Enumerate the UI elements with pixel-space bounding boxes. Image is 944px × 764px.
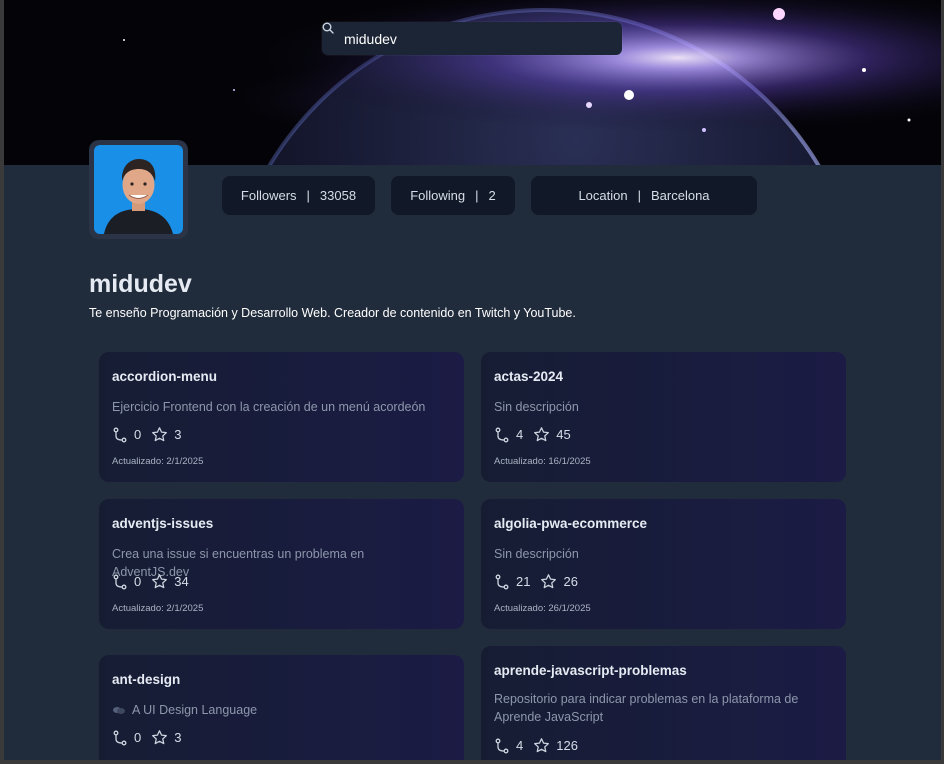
following-value: 2 [488, 188, 496, 203]
repo-card[interactable]: actas-2024 Sin descripción 4 45 Actualiz… [481, 352, 846, 482]
repo-updated: Actualizado: 16/1/2025 [494, 456, 591, 467]
search-icon [322, 22, 334, 34]
star-count: 26 [563, 574, 578, 589]
fork-icon [113, 427, 127, 442]
repo-updated: Actualizado: 2/1/2025 [112, 603, 204, 614]
fork-icon [495, 427, 509, 442]
avatar [89, 140, 188, 239]
repo-card[interactable]: ant-design A UI Design Language 0 3 [99, 655, 464, 760]
stat-separator: | [306, 188, 310, 203]
fork-icon [113, 730, 127, 745]
repo-card[interactable]: algolia-pwa-ecommerce Sin descripción 21… [481, 499, 846, 629]
fork-count: 21 [516, 574, 531, 589]
location-stat: Location | Barcelona [531, 176, 757, 215]
repo-counts: 4 126 [494, 737, 588, 754]
repo-updated: Actualizado: 2/1/2025 [112, 456, 204, 467]
following-label: Following [410, 188, 466, 203]
fork-count: 0 [134, 574, 142, 589]
following-stat: Following | 2 [391, 176, 515, 215]
fork-icon [113, 574, 127, 589]
repo-counts: 0 3 [112, 426, 191, 443]
repo-description: Repositorio para indicar problemas en la… [494, 692, 799, 724]
repo-name[interactable]: algolia-pwa-ecommerce [494, 516, 647, 531]
repo-name[interactable]: actas-2024 [494, 369, 563, 384]
location-label: Location [578, 188, 628, 203]
repo-updated: Actualizado: 26/1/2025 [494, 603, 591, 614]
star-icon [534, 427, 550, 442]
repo-name[interactable]: accordion-menu [112, 369, 217, 384]
repo-card[interactable]: accordion-menu Ejercicio Frontend con la… [99, 352, 464, 482]
location-value: Barcelona [651, 188, 710, 203]
repo-description: Sin descripción [494, 547, 579, 561]
fork-count: 0 [134, 730, 142, 745]
repo-counts: 21 26 [494, 573, 588, 590]
app-frame: Followers | 33058 Following | 2 Location… [4, 0, 941, 760]
repo-description: A UI Design Language [112, 701, 442, 719]
swirl-emoji-icon [113, 707, 125, 714]
repo-description: Sin descripción [494, 400, 579, 414]
star-count: 3 [174, 427, 182, 442]
star-icon [152, 574, 168, 589]
star-icon [541, 574, 557, 589]
repo-counts: 0 34 [112, 573, 199, 590]
repo-card[interactable]: adventjs-issues Crea una issue si encuen… [99, 499, 464, 629]
repo-name[interactable]: ant-design [112, 672, 180, 687]
star-count: 3 [174, 730, 182, 745]
star-count: 34 [174, 574, 189, 589]
followers-label: Followers [240, 188, 297, 203]
search-input[interactable] [342, 29, 596, 48]
repo-name[interactable]: aprende-javascript-problemas [494, 663, 687, 678]
avatar-image [94, 145, 183, 234]
search-bar[interactable] [322, 22, 622, 55]
star-count: 126 [556, 738, 578, 753]
star-icon [152, 730, 168, 745]
stat-separator: | [637, 188, 641, 203]
star-icon [534, 738, 550, 753]
profile-name: midudev [89, 270, 192, 298]
repo-counts: 0 3 [112, 729, 191, 746]
fork-icon [495, 574, 509, 589]
repo-counts: 4 45 [494, 426, 581, 443]
repo-description-text: A UI Design Language [132, 703, 258, 717]
repo-card[interactable]: aprende-javascript-problemas Repositorio… [481, 646, 846, 760]
repo-description: Ejercicio Frontend con la creación de un… [112, 400, 426, 414]
profile-bio: Te enseño Programación y Desarrollo Web.… [89, 306, 576, 320]
fork-count: 4 [516, 738, 524, 753]
window-bottom-edge [0, 760, 944, 764]
followers-value: 33058 [319, 188, 357, 203]
repo-name[interactable]: adventjs-issues [112, 516, 213, 531]
fork-icon [495, 738, 509, 753]
fork-count: 0 [134, 427, 142, 442]
fork-count: 4 [516, 427, 524, 442]
followers-stat: Followers | 33058 [222, 176, 375, 215]
star-count: 45 [556, 427, 571, 442]
star-icon [152, 427, 168, 442]
stat-separator: | [475, 188, 479, 203]
